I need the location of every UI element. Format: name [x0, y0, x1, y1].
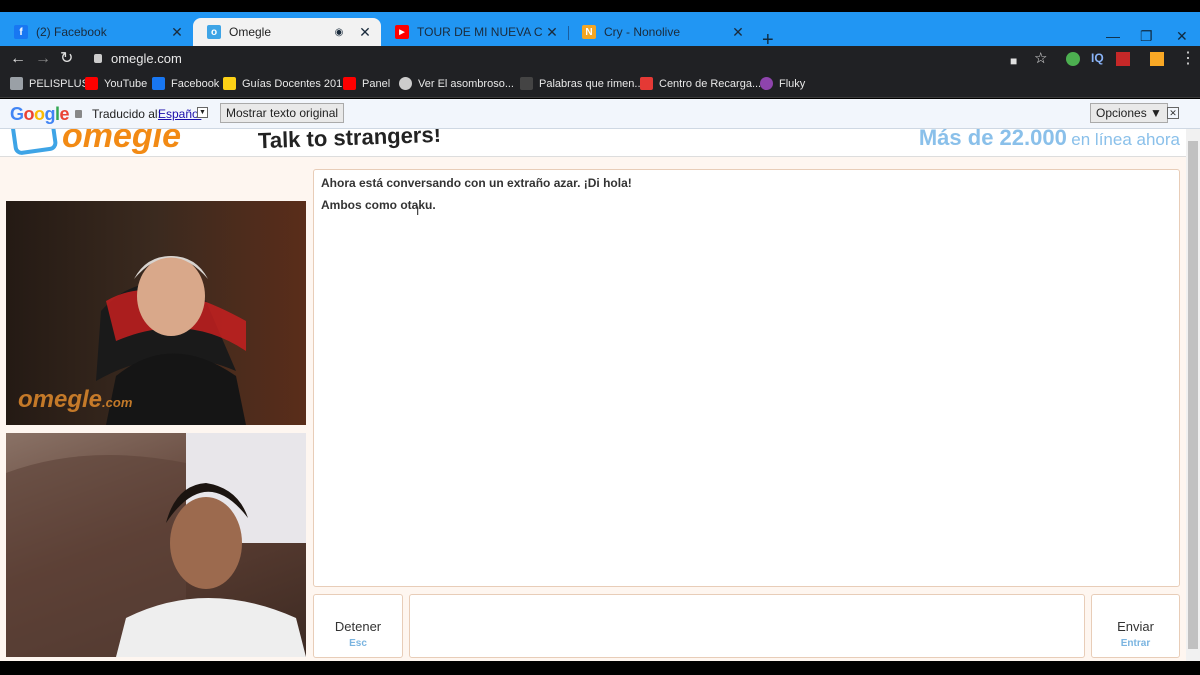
back-icon[interactable]: ←: [10, 49, 26, 69]
omegle-logo[interactable]: omegle: [62, 129, 181, 156]
self-video-image: [6, 433, 306, 657]
minimize-icon[interactable]: —: [1106, 28, 1120, 44]
bookmark-icon: [10, 77, 23, 90]
site-icon: [640, 77, 653, 90]
lock-icon: [75, 110, 82, 118]
youtube-icon: ▶: [395, 25, 409, 39]
omegle-watermark: omegle.com: [18, 386, 133, 413]
send-button[interactable]: Enviar Entrar: [1091, 594, 1180, 658]
facebook-icon: f: [14, 25, 28, 39]
tab-youtube[interactable]: ▶ TOUR DE MI NUEVA CASA (de no ✕: [381, 18, 568, 46]
close-tab-icon[interactable]: ✕: [355, 24, 375, 41]
send-button-label: Enviar: [1117, 619, 1154, 634]
forward-icon[interactable]: →: [35, 49, 51, 69]
bookmark-label: Centro de Recarga...: [659, 77, 762, 90]
self-video: [6, 433, 306, 657]
extension-icon[interactable]: [1150, 52, 1164, 66]
tagline: Talk to strangers!: [257, 129, 442, 154]
bookmark-label: Palabras que rimen...: [539, 77, 644, 90]
site-icon: [520, 77, 533, 90]
restore-icon[interactable]: ❐: [1140, 28, 1153, 45]
url-field[interactable]: omegle.com: [111, 51, 182, 66]
page-scrollbar[interactable]: [1186, 129, 1200, 661]
bookmark-item[interactable]: Ver El asombroso...: [399, 77, 514, 90]
bookmarks-bar: PELISPLUS YouTube Facebook Guías Docente…: [0, 72, 1200, 98]
translate-bar: Google Traducido al: Español ▼ Mostrar t…: [0, 99, 1200, 129]
dropdown-arrow-icon[interactable]: ▼: [197, 107, 208, 118]
stop-button-label: Detener: [334, 619, 382, 634]
bookmark-label: YouTube: [104, 77, 148, 90]
send-button-shortcut: Entrar: [1120, 638, 1151, 649]
bookmark-label: Panel: [362, 77, 391, 90]
close-tab-icon[interactable]: ✕: [728, 24, 748, 41]
bookmark-item[interactable]: Fluky: [760, 77, 805, 90]
common-interests-message: Ambos como otaku.: [321, 198, 436, 212]
tab-nonolive[interactable]: N Cry - Nonolive ✕: [568, 18, 754, 46]
bookmark-label: Ver El asombroso...: [418, 77, 514, 90]
bookmark-item[interactable]: Centro de Recarga...: [640, 77, 761, 90]
options-button[interactable]: Opciones ▼: [1090, 103, 1168, 123]
close-tab-icon[interactable]: ✕: [542, 24, 562, 41]
online-count-suffix: en línea ahora: [1071, 130, 1180, 149]
bookmark-item[interactable]: Guías Docentes 201...: [223, 77, 351, 90]
close-tab-icon[interactable]: ✕: [167, 24, 187, 41]
tab-strip: f (2) Facebook ✕ o Omegle ◉ ✕ ▶ TOUR DE …: [0, 12, 1200, 50]
tab-label: Cry - Nonolive: [604, 25, 681, 39]
browser-window: f (2) Facebook ✕ o Omegle ◉ ✕ ▶ TOUR DE …: [0, 0, 1200, 675]
nonolive-icon: N: [582, 25, 596, 39]
google-logo: Google: [10, 104, 70, 124]
stop-button-shortcut: Esc: [349, 638, 367, 649]
close-icon[interactable]: ✕: [1167, 107, 1179, 119]
menu-icon[interactable]: ⋮: [1180, 49, 1196, 69]
language-selector[interactable]: Español: [158, 107, 201, 121]
recording-icon: ◉: [334, 26, 344, 38]
bookmark-item[interactable]: PELISPLUS: [10, 77, 89, 90]
camera-icon[interactable]: ■: [1010, 51, 1017, 71]
close-window-icon[interactable]: ✕: [1176, 28, 1188, 45]
show-original-button[interactable]: Mostrar texto original: [220, 103, 345, 123]
bookmark-item[interactable]: Panel: [343, 77, 390, 90]
translated-to-label: Traducido al:: [92, 107, 161, 121]
iq-extension-icon[interactable]: IQ: [1091, 51, 1104, 65]
online-count: Más de 22.000 en línea ahora: [919, 129, 1180, 151]
omegle-header: omegle Talk to strangers! Más de 22.000 …: [0, 129, 1186, 157]
youtube-icon: [85, 77, 98, 90]
bookmark-label: Fluky: [779, 77, 806, 90]
facebook-icon: [152, 77, 165, 90]
lock-icon: [94, 54, 102, 63]
tab-facebook[interactable]: f (2) Facebook ✕: [0, 18, 193, 46]
bookmark-label: Guías Docentes 201...: [242, 77, 352, 90]
omegle-page: omegle Talk to strangers! Más de 22.000 …: [0, 129, 1186, 661]
scrollbar-thumb[interactable]: [1188, 141, 1198, 649]
address-bar: ← → ↻ omegle.com ■ ☆ IQ ⋮: [0, 46, 1200, 72]
bookmark-item[interactable]: Palabras que rimen...: [520, 77, 644, 90]
site-icon: [399, 77, 412, 90]
bookmark-item[interactable]: YouTube: [85, 77, 147, 90]
bookmark-star-icon[interactable]: ☆: [1034, 49, 1047, 69]
bookmark-label: Facebook: [171, 77, 220, 90]
fluky-icon: [760, 77, 773, 90]
tab-label: TOUR DE MI NUEVA CASA (de no: [417, 25, 542, 39]
stop-button[interactable]: Detener Esc: [313, 594, 403, 658]
stranger-video: omegle.com: [6, 201, 306, 425]
message-input[interactable]: [409, 594, 1085, 658]
bookmark-label: PELISPLUS: [29, 77, 89, 90]
flag-icon: [223, 77, 236, 90]
status-message: Ahora está conversando con un extraño az…: [321, 176, 632, 190]
online-count-value: Más de 22.000: [918, 129, 1067, 150]
youtube-icon: [343, 77, 356, 90]
bookmark-item[interactable]: Facebook: [152, 77, 219, 90]
reload-icon[interactable]: ↻: [60, 49, 73, 69]
extension-icon[interactable]: [1066, 52, 1080, 66]
chat-log: Ahora está conversando con un extraño az…: [313, 169, 1180, 587]
tab-label: (2) Facebook: [36, 25, 107, 39]
tab-label: Omegle: [229, 25, 272, 39]
tab-omegle[interactable]: o Omegle ◉ ✕: [193, 18, 381, 46]
omegle-icon: o: [207, 25, 221, 39]
text-cursor-icon: I: [416, 204, 420, 218]
extension-icon[interactable]: [1116, 52, 1130, 66]
omegle-logo-icon: [9, 129, 59, 156]
